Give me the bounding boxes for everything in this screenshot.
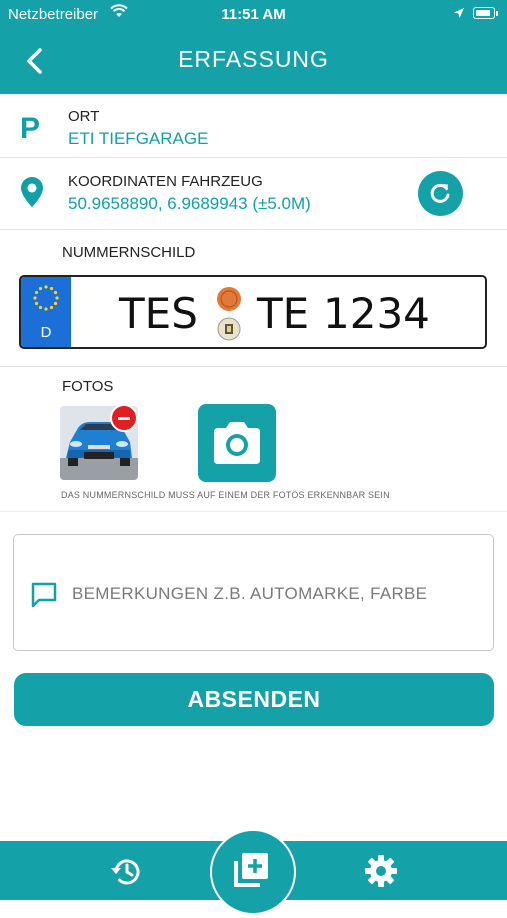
- new-entry-tab[interactable]: [210, 829, 296, 915]
- history-tab[interactable]: [108, 853, 146, 896]
- inspection-sticker-icon: [215, 285, 243, 318]
- country-code: D: [40, 324, 52, 341]
- gear-icon: [365, 855, 397, 887]
- camera-icon: [214, 422, 260, 464]
- tab-bar: [0, 829, 507, 915]
- remove-photo-button[interactable]: [110, 404, 138, 432]
- eu-flag-badge: D: [21, 277, 71, 347]
- photos-label: FOTOS: [62, 378, 114, 395]
- parking-icon: P: [20, 112, 41, 145]
- location-pin-icon: [20, 176, 44, 213]
- remarks-placeholder: BEMERKUNGEN Z.B. AUTOMARKE, FARBE: [72, 584, 428, 603]
- remarks-field[interactable]: BEMERKUNGEN Z.B. AUTOMARKE, FARBE: [13, 534, 494, 651]
- refresh-coordinates-button[interactable]: [418, 171, 463, 216]
- eu-stars-icon: [33, 285, 59, 311]
- plate-label: NUMMERNSCHILD: [62, 244, 196, 261]
- state-seal-icon: [217, 317, 241, 346]
- license-plate[interactable]: D TES TE 1234: [19, 275, 487, 349]
- location-value: ETI TIEFGARAGE: [68, 129, 209, 148]
- coordinates-label: KOORDINATEN FAHRZEUG: [68, 173, 263, 190]
- submit-button[interactable]: ABSENDEN: [14, 673, 494, 726]
- chat-bubble-icon: [30, 581, 58, 614]
- status-bar: Netzbetreiber 11:51 AM: [0, 0, 507, 28]
- status-time: 11:51 AM: [221, 6, 286, 23]
- add-entry-icon: [234, 853, 268, 887]
- location-label: ORT: [68, 108, 100, 125]
- refresh-icon: [430, 183, 450, 203]
- coordinates-value: 50.9658890, 6.9689943 (±5.0M): [68, 194, 311, 213]
- plate-letters: TE: [257, 289, 310, 338]
- photo-hint: DAS NUMMERNSCHILD MUSS AUF EINEM DER FOT…: [61, 490, 390, 500]
- nav-bar: ERFASSUNG: [0, 28, 507, 94]
- location-arrow-icon: [453, 6, 465, 23]
- plate-city-code: TES: [119, 289, 198, 338]
- page-title: ERFASSUNG: [178, 46, 329, 72]
- battery-icon: [473, 7, 498, 19]
- add-photo-button[interactable]: [198, 404, 276, 482]
- settings-tab[interactable]: [362, 852, 400, 895]
- location-row[interactable]: P ORT ETI TIEFGARAGE: [0, 94, 507, 158]
- plate-numbers: 1234: [323, 289, 430, 338]
- history-icon: [111, 859, 140, 885]
